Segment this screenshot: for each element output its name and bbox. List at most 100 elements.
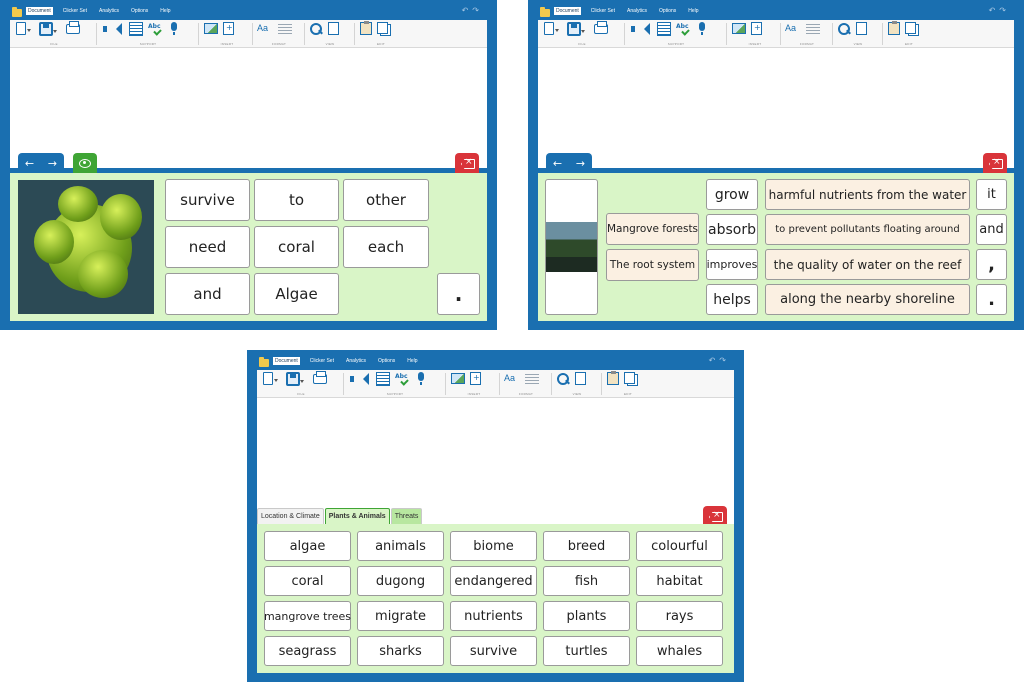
redo-icon[interactable]: ↷ bbox=[999, 6, 1010, 15]
word-cell[interactable]: whales bbox=[636, 636, 723, 666]
coral-image[interactable] bbox=[18, 180, 154, 314]
folder-icon[interactable] bbox=[12, 7, 22, 17]
new-document-icon[interactable] bbox=[544, 22, 559, 35]
microphone-icon[interactable] bbox=[695, 22, 709, 36]
word-list-icon[interactable] bbox=[129, 22, 143, 36]
phrase-cell[interactable]: along the nearby shoreline bbox=[765, 284, 970, 315]
font-icon[interactable]: Aa bbox=[504, 372, 520, 386]
phrase-cell[interactable]: to prevent pollutants floating around bbox=[765, 214, 970, 245]
word-cell[interactable]: colourful bbox=[636, 531, 723, 561]
word-cell[interactable]: each bbox=[343, 226, 429, 268]
search-icon[interactable] bbox=[556, 372, 570, 386]
word-cell[interactable]: survive bbox=[450, 636, 537, 666]
picture-icon[interactable] bbox=[451, 373, 465, 384]
menu-options[interactable]: Options bbox=[376, 357, 397, 365]
picture-icon[interactable] bbox=[204, 23, 218, 34]
folder-icon[interactable] bbox=[540, 7, 550, 17]
punctuation-cell[interactable]: , bbox=[976, 249, 1007, 280]
word-cell[interactable]: it bbox=[976, 179, 1007, 210]
word-cell[interactable]: Algae bbox=[254, 273, 339, 315]
paste-icon[interactable] bbox=[888, 21, 900, 35]
word-cell[interactable]: biome bbox=[450, 531, 537, 561]
menu-clicker-set[interactable]: Clicker Set bbox=[308, 357, 336, 365]
paragraph-icon[interactable] bbox=[525, 372, 539, 386]
word-cell[interactable]: sharks bbox=[357, 636, 444, 666]
menu-analytics[interactable]: Analytics bbox=[97, 7, 121, 15]
tab-threats[interactable]: Threats bbox=[390, 508, 423, 524]
view-icon[interactable] bbox=[328, 22, 339, 35]
font-icon[interactable]: Aa bbox=[785, 22, 801, 36]
word-cell[interactable]: plants bbox=[543, 601, 630, 631]
microphone-icon[interactable] bbox=[167, 22, 181, 36]
paragraph-icon[interactable] bbox=[278, 22, 292, 36]
insert-icon[interactable] bbox=[751, 22, 762, 35]
arrow-right-icon[interactable]: → bbox=[48, 157, 57, 170]
word-cell[interactable]: need bbox=[165, 226, 250, 268]
word-cell[interactable]: survive bbox=[165, 179, 250, 221]
tab-plants-animals[interactable]: Plants & Animals bbox=[324, 508, 390, 524]
insert-icon[interactable] bbox=[470, 372, 481, 385]
print-icon[interactable] bbox=[594, 21, 608, 34]
word-cell[interactable]: breed bbox=[543, 531, 630, 561]
paragraph-icon[interactable] bbox=[806, 22, 820, 36]
speak-icon[interactable] bbox=[630, 22, 650, 36]
menu-help[interactable]: Help bbox=[158, 7, 172, 15]
menu-analytics[interactable]: Analytics bbox=[625, 7, 649, 15]
word-cell[interactable]: and bbox=[165, 273, 250, 315]
verb-cell[interactable]: helps bbox=[706, 284, 758, 315]
menu-help[interactable]: Help bbox=[405, 357, 419, 365]
print-icon[interactable] bbox=[66, 21, 80, 34]
search-icon[interactable] bbox=[309, 22, 323, 36]
speak-icon[interactable] bbox=[349, 372, 369, 386]
paste-icon[interactable] bbox=[607, 371, 619, 385]
word-cell[interactable]: fish bbox=[543, 566, 630, 596]
picture-cell[interactable] bbox=[545, 179, 598, 315]
word-cell[interactable]: to bbox=[254, 179, 339, 221]
duplicate-icon[interactable] bbox=[377, 22, 388, 34]
menu-help[interactable]: Help bbox=[686, 7, 700, 15]
menu-clicker-set[interactable]: Clicker Set bbox=[589, 7, 617, 15]
phrase-cell[interactable]: the quality of water on the reef bbox=[765, 249, 970, 280]
word-cell[interactable]: coral bbox=[254, 226, 339, 268]
spellcheck-icon[interactable]: Abc bbox=[676, 22, 690, 36]
word-cell[interactable]: other bbox=[343, 179, 429, 221]
print-icon[interactable] bbox=[313, 371, 327, 384]
word-cell[interactable]: coral bbox=[264, 566, 351, 596]
eye-icon[interactable] bbox=[73, 153, 97, 173]
verb-cell[interactable]: absorb bbox=[706, 214, 758, 245]
microphone-icon[interactable] bbox=[414, 372, 428, 386]
punctuation-cell[interactable]: . bbox=[976, 284, 1007, 315]
word-cell[interactable]: dugong bbox=[357, 566, 444, 596]
save-icon[interactable] bbox=[567, 22, 585, 36]
redo-icon[interactable]: ↷ bbox=[472, 6, 483, 15]
verb-cell[interactable]: improves bbox=[706, 249, 758, 280]
word-cell[interactable]: animals bbox=[357, 531, 444, 561]
word-cell[interactable]: migrate bbox=[357, 601, 444, 631]
speak-icon[interactable] bbox=[102, 22, 122, 36]
save-icon[interactable] bbox=[286, 372, 304, 386]
verb-cell[interactable]: grow bbox=[706, 179, 758, 210]
word-cell[interactable]: rays bbox=[636, 601, 723, 631]
menu-document[interactable]: Document bbox=[554, 7, 581, 15]
folder-icon[interactable] bbox=[259, 357, 269, 367]
arrow-left-icon[interactable]: ← bbox=[25, 157, 34, 170]
save-icon[interactable] bbox=[39, 22, 57, 36]
subject-cell[interactable]: Mangrove forests bbox=[606, 213, 699, 245]
document-editor[interactable] bbox=[538, 48, 1014, 168]
insert-icon[interactable] bbox=[223, 22, 234, 35]
word-cell[interactable]: and bbox=[976, 214, 1007, 245]
document-editor[interactable] bbox=[10, 48, 487, 168]
backspace-icon[interactable] bbox=[983, 153, 1007, 173]
menu-options[interactable]: Options bbox=[657, 7, 678, 15]
word-list-icon[interactable] bbox=[376, 372, 390, 386]
tab-location-climate[interactable]: Location & Climate bbox=[257, 508, 324, 524]
duplicate-icon[interactable] bbox=[624, 372, 635, 384]
new-document-icon[interactable] bbox=[16, 22, 31, 35]
subject-cell[interactable]: The root system bbox=[606, 249, 699, 281]
spellcheck-icon[interactable]: Abc bbox=[395, 372, 409, 386]
word-list-icon[interactable] bbox=[657, 22, 671, 36]
arrow-left-icon[interactable]: ← bbox=[553, 157, 562, 170]
menu-document[interactable]: Document bbox=[273, 357, 300, 365]
backspace-icon[interactable] bbox=[703, 506, 727, 526]
picture-icon[interactable] bbox=[732, 23, 746, 34]
